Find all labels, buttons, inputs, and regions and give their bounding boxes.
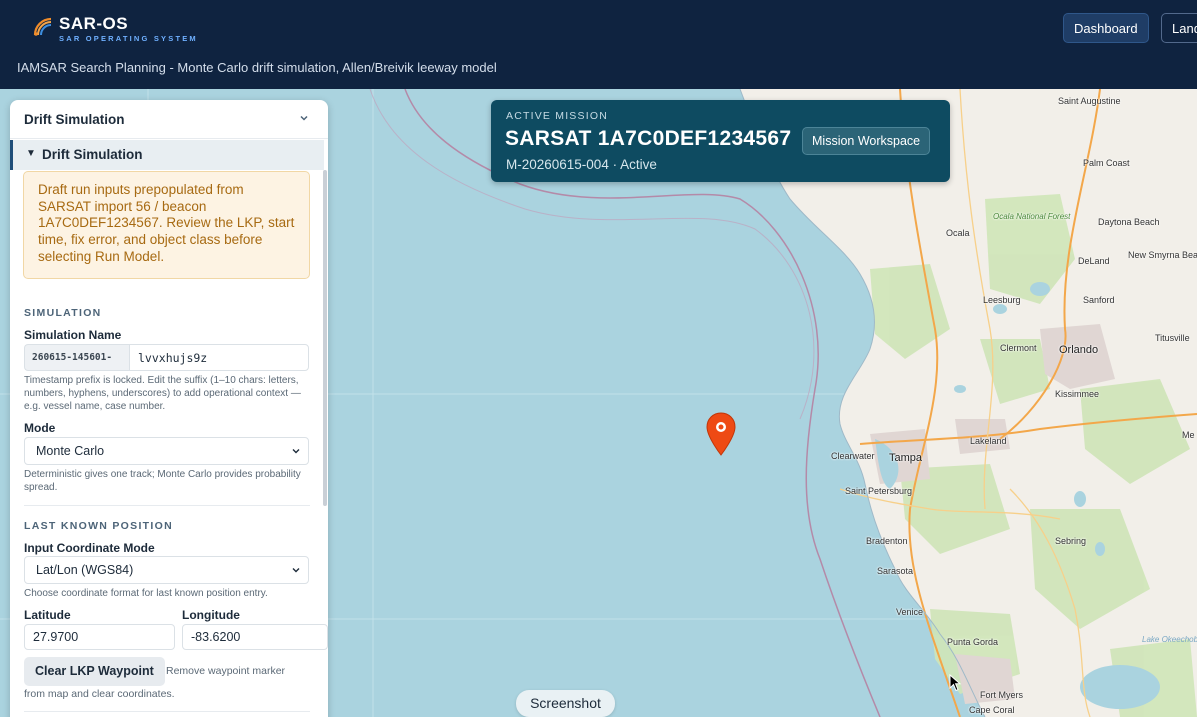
mode-select-value: Monte Carlo	[36, 444, 105, 458]
map-label-punta-gorda: Punta Gorda	[947, 637, 999, 647]
map-label-saint-petersburg: Saint Petersburg	[845, 486, 913, 496]
screenshot-button[interactable]: Screenshot	[516, 690, 615, 717]
map-label-clearwater: Clearwater	[831, 451, 875, 461]
map-label-me: Me	[1182, 430, 1195, 440]
latitude-label: Latitude	[24, 608, 71, 622]
coordinate-mode-help: Choose coordinate format for last known …	[24, 588, 268, 599]
map-label-kissimmee: Kissimmee	[1055, 389, 1100, 399]
section-divider	[24, 711, 310, 712]
mission-title: SARSAT 1A7C0DEF1234567	[505, 127, 792, 150]
map-label-saint-augustine: Saint Augustine	[1058, 96, 1121, 106]
land-button[interactable]: Land	[1161, 13, 1197, 43]
dashboard-button[interactable]: Dashboard	[1063, 13, 1149, 43]
map-label-orlando: Orlando	[1059, 344, 1099, 356]
coordinate-mode-select[interactable]: Lat/Lon (WGS84)	[24, 556, 309, 584]
simulation-name-prefix: 260615-145601-	[24, 344, 129, 371]
map-label-sarasota: Sarasota	[877, 566, 914, 576]
map-label-daytona-beach: Daytona Beach	[1098, 217, 1160, 227]
panel-header[interactable]: Drift Simulation	[10, 100, 328, 139]
prepopulated-notice: Draft run inputs prepopulated from SARSA…	[23, 171, 310, 279]
drift-simulation-panel: Drift Simulation ▼ Drift Simulation Draf…	[10, 100, 328, 717]
chevron-down-icon	[292, 449, 300, 454]
brand-subtitle: SAR OPERATING SYSTEM	[59, 34, 198, 43]
map-label-sanford: Sanford	[1083, 295, 1115, 305]
chevron-down-icon	[292, 568, 300, 573]
map-label-palm-coast: Palm Coast	[1083, 158, 1130, 168]
panel-scrollbar[interactable]	[323, 170, 327, 506]
longitude-label: Longitude	[182, 608, 240, 622]
page-subtitle: IAMSAR Search Planning - Monte Carlo dri…	[17, 60, 497, 75]
mode-select[interactable]: Monte Carlo	[24, 437, 309, 465]
map-label-cape-coral: Cape Coral	[969, 705, 1015, 715]
simulation-heading: SIMULATION	[24, 307, 102, 319]
mode-help: Deterministic gives one track; Monte Car…	[24, 469, 301, 494]
mission-meta: M-20260615-004 · Active	[506, 157, 657, 172]
simulation-name-help: Timestamp prefix is locked. Edit the suf…	[24, 375, 301, 413]
active-mission-card: ACTIVE MISSION SARSAT 1A7C0DEF1234567 M-…	[491, 100, 950, 182]
coordinate-mode-label: Input Coordinate Mode	[24, 541, 155, 555]
mission-workspace-button[interactable]: Mission Workspace	[802, 127, 931, 155]
map-label-titusville: Titusville	[1155, 333, 1190, 343]
clear-lkp-waypoint-button[interactable]: Clear LKP Waypoint	[24, 657, 165, 686]
map-label-new-smyrna: New Smyrna Beach	[1128, 250, 1197, 260]
clear-lkp-help-cont: from map and clear coordinates.	[24, 688, 175, 700]
map-label-lake-okeechobee: Lake Okeechobee	[1142, 635, 1197, 644]
clear-lkp-help: Remove waypoint marker	[166, 665, 286, 677]
map-label-clermont: Clermont	[1000, 343, 1037, 353]
mode-label: Mode	[24, 421, 56, 435]
drift-simulation-section-toggle[interactable]: ▼ Drift Simulation	[10, 140, 324, 170]
map-label-fort-myers: Fort Myers	[980, 690, 1024, 700]
brand-name: SAR-OS	[59, 14, 129, 33]
section-divider	[24, 505, 310, 506]
map-label-sebring: Sebring	[1055, 536, 1087, 546]
section-title: Drift Simulation	[42, 147, 143, 162]
mission-kicker: ACTIVE MISSION	[506, 110, 608, 122]
map-label-bradenton: Bradenton	[866, 536, 908, 546]
coordinate-mode-value: Lat/Lon (WGS84)	[36, 563, 134, 577]
simulation-name-suffix-input[interactable]	[129, 344, 309, 371]
latitude-input[interactable]: 27.9700	[24, 624, 175, 650]
map-label-ocala: Ocala	[946, 228, 970, 238]
lkp-heading: LAST KNOWN POSITION	[24, 520, 173, 532]
lkp-map-pin-icon[interactable]	[706, 412, 736, 456]
simulation-name-label: Simulation Name	[24, 328, 122, 342]
map-label-ocala-forest: Ocala National Forest	[993, 212, 1071, 221]
collapse-triangle-icon: ▼	[26, 148, 36, 159]
chevron-down-icon[interactable]	[298, 112, 310, 124]
radar-signal-icon	[33, 17, 52, 36]
app-header: SAR-OS SAR OPERATING SYSTEM IAMSAR Searc…	[0, 0, 1197, 89]
mouse-cursor-icon	[949, 674, 961, 692]
longitude-input[interactable]: -83.6200	[182, 624, 328, 650]
map-label-tampa: Tampa	[889, 452, 923, 464]
app-logo[interactable]: SAR-OS SAR OPERATING SYSTEM	[33, 14, 198, 43]
map-label-lakeland: Lakeland	[970, 436, 1007, 446]
map-label-leesburg: Leesburg	[983, 295, 1021, 305]
map-label-deland: DeLand	[1078, 256, 1110, 266]
panel-title: Drift Simulation	[24, 112, 125, 127]
map-label-venice: Venice	[896, 607, 924, 617]
